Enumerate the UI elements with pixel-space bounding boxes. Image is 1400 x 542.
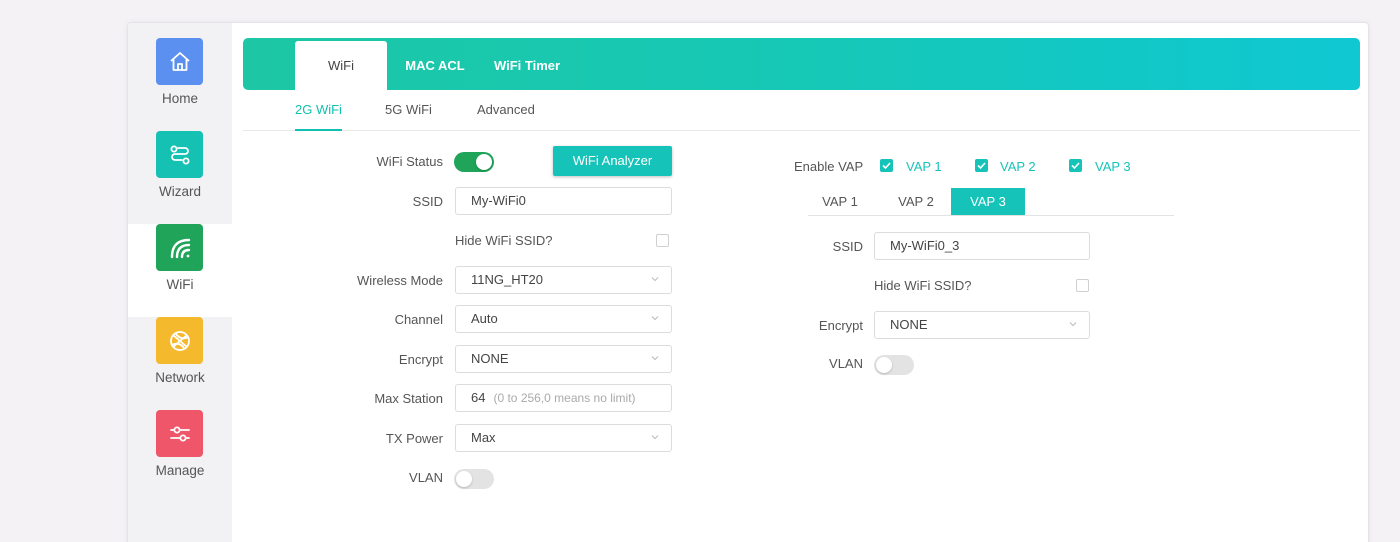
vap-hide-ssid-checkbox[interactable] <box>1076 279 1089 292</box>
sidebar-item-wifi[interactable]: WiFi <box>128 224 232 317</box>
vap1-checkbox[interactable] <box>880 159 893 172</box>
hide-ssid-checkbox[interactable] <box>656 234 669 247</box>
checkmark-icon <box>977 162 986 170</box>
toggle-knob <box>456 471 472 487</box>
vap-encrypt-select[interactable]: NONE <box>874 311 1090 339</box>
ssid-input[interactable]: My-WiFi0 <box>455 187 672 215</box>
sub-tab-bar: 2G WiFi 5G WiFi Advanced <box>243 90 1360 131</box>
tab-vap3[interactable]: VAP 3 <box>951 188 1025 215</box>
vap-ssid-input[interactable]: My-WiFi0_3 <box>874 232 1090 260</box>
vap-ssid-label: SSID <box>832 239 863 254</box>
wireless-mode-value: 11NG_HT20 <box>471 272 544 287</box>
vap-tab-bar: VAP 1 VAP 2 VAP 3 <box>808 188 1174 216</box>
wizard-icon <box>156 131 203 178</box>
tab-advanced[interactable]: Advanced <box>477 102 535 131</box>
chevron-down-icon <box>1069 322 1077 327</box>
sidebar-item-label: Wizard <box>158 184 201 199</box>
vap-vlan-label: VLAN <box>829 356 863 371</box>
channel-label: Channel <box>394 312 443 327</box>
vap2-option-label: VAP 2 <box>1000 159 1036 174</box>
network-icon <box>156 317 203 364</box>
sidebar-item-label: Home <box>161 91 198 106</box>
chevron-down-icon <box>651 277 659 282</box>
chevron-down-icon <box>651 356 659 361</box>
sidebar-item-label: Manage <box>155 463 205 478</box>
checkmark-icon <box>882 162 891 170</box>
encrypt-label: Encrypt <box>398 352 443 367</box>
sidebar-item-label: Network <box>155 370 205 385</box>
vap-vlan-toggle[interactable] <box>874 355 914 375</box>
tab-5g-wifi[interactable]: 5G WiFi <box>385 102 432 131</box>
vlan-toggle[interactable] <box>454 469 494 489</box>
wifi-analyzer-button[interactable]: WiFi Analyzer <box>553 146 672 176</box>
sidebar-item-home[interactable]: Home <box>128 38 232 131</box>
tab-vap2[interactable]: VAP 2 <box>884 188 948 215</box>
sidebar-item-network[interactable]: Network <box>128 317 232 410</box>
main-card: Home Wizard WiFi Network Manage WiFi MAC… <box>127 22 1369 542</box>
tx-power-value: Max <box>471 430 496 445</box>
tab-wifi-timer[interactable]: WiFi Timer <box>487 41 567 90</box>
max-station-label: Max Station <box>374 391 443 406</box>
sidebar-item-wizard[interactable]: Wizard <box>128 131 232 224</box>
encrypt-select[interactable]: NONE <box>455 345 672 373</box>
wifi-status-label: WiFi Status <box>376 154 443 169</box>
vap-hide-ssid-label: Hide WiFi SSID? <box>874 278 972 293</box>
tab-wifi[interactable]: WiFi <box>295 41 387 90</box>
toggle-knob <box>876 357 892 373</box>
wireless-mode-select[interactable]: 11NG_HT20 <box>455 266 672 294</box>
encrypt-value: NONE <box>471 351 509 366</box>
home-icon <box>156 38 203 85</box>
vap2-checkbox[interactable] <box>975 159 988 172</box>
sidebar-item-label: WiFi <box>166 277 194 292</box>
tab-2g-wifi[interactable]: 2G WiFi <box>295 102 342 131</box>
channel-select[interactable]: Auto <box>455 305 672 333</box>
chevron-down-icon <box>651 316 659 321</box>
tx-power-select[interactable]: Max <box>455 424 672 452</box>
wifi-status-toggle[interactable] <box>454 152 494 172</box>
toggle-knob <box>476 154 492 170</box>
tab-mac-acl[interactable]: MAC ACL <box>395 41 475 90</box>
vap3-checkbox[interactable] <box>1069 159 1082 172</box>
vlan-label: VLAN <box>409 470 443 485</box>
vap-encrypt-label: Encrypt <box>818 318 863 333</box>
channel-value: Auto <box>471 311 498 326</box>
vap-encrypt-value: NONE <box>890 317 928 332</box>
wireless-mode-label: Wireless Mode <box>357 273 443 288</box>
enable-vap-label: Enable VAP <box>794 159 864 174</box>
tx-power-label: TX Power <box>385 431 443 446</box>
vap3-option-label: VAP 3 <box>1095 159 1131 174</box>
max-station-input[interactable]: 64 (0 to 256,0 means no limit) <box>455 384 672 412</box>
wifi-icon <box>156 224 203 271</box>
chevron-down-icon <box>651 435 659 440</box>
checkmark-icon <box>1071 162 1080 170</box>
ssid-label: SSID <box>412 194 443 209</box>
hide-ssid-label: Hide WiFi SSID? <box>455 233 553 248</box>
sidebar: Home Wizard WiFi Network Manage <box>128 23 232 542</box>
max-station-hint: (0 to 256,0 means no limit) <box>493 391 636 405</box>
tab-vap1[interactable]: VAP 1 <box>808 188 872 215</box>
max-station-value: 64 <box>471 390 486 405</box>
sidebar-item-manage[interactable]: Manage <box>128 410 232 503</box>
vap1-option-label: VAP 1 <box>906 159 942 174</box>
top-tab-bar: WiFi MAC ACL WiFi Timer <box>243 38 1360 90</box>
manage-icon <box>156 410 203 457</box>
